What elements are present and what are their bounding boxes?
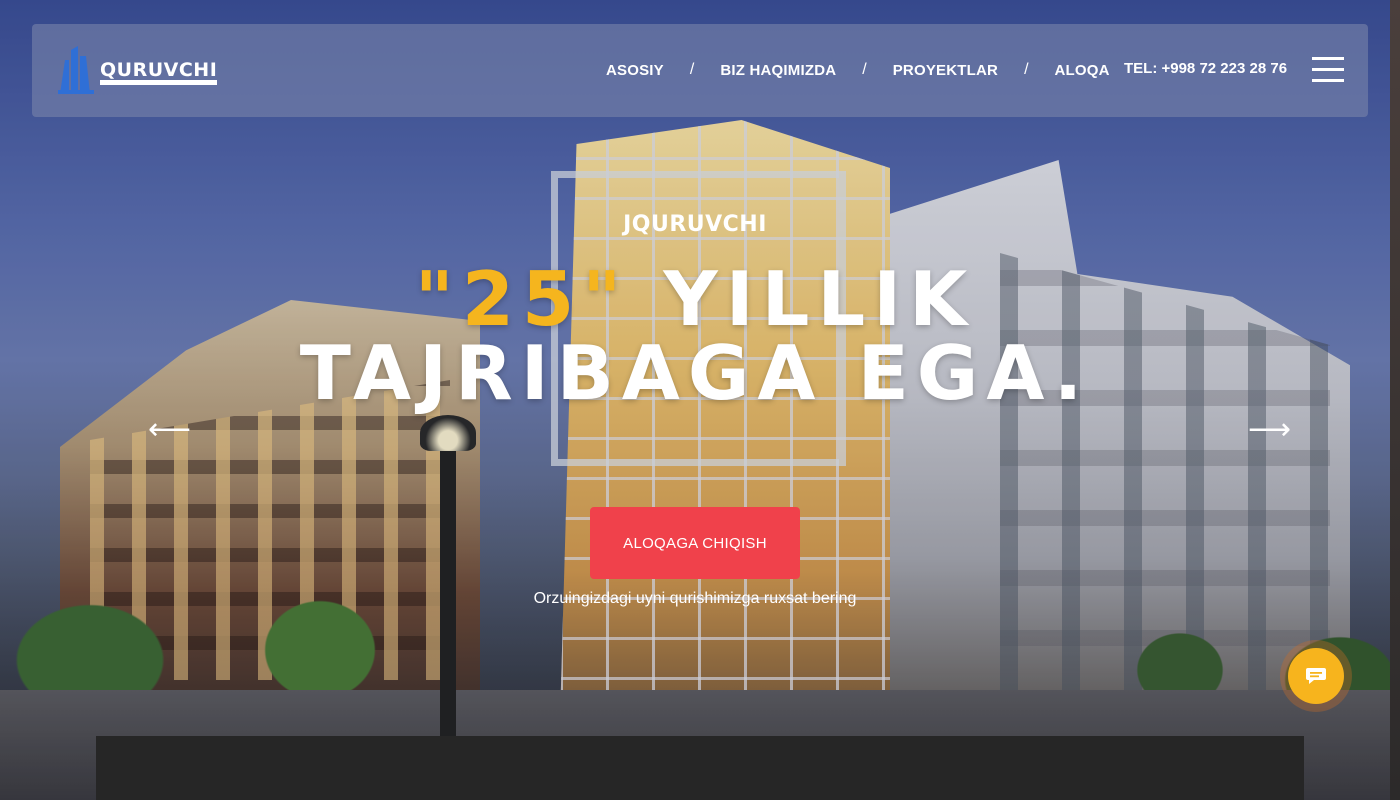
prev-slide-arrow-icon[interactable]: ⟵ xyxy=(148,415,191,445)
nav-item-biz-haqimizda[interactable]: BIZ HAQIMIZDA xyxy=(720,62,836,79)
hamburger-menu-icon[interactable] xyxy=(1312,57,1344,83)
phone-link[interactable]: TEL: +998 72 223 28 76 xyxy=(1124,60,1287,77)
building-logo-icon xyxy=(58,46,94,94)
chat-button[interactable] xyxy=(1288,648,1344,704)
nav-separator: / xyxy=(862,61,867,78)
bottom-panel xyxy=(96,736,1304,800)
nav-separator: / xyxy=(1024,61,1029,78)
nav-item-asosiy[interactable]: ASOSIY xyxy=(606,62,664,79)
hero-headline: "25" YILLIK TAJRIBAGA EGA. xyxy=(0,262,1390,411)
chat-icon xyxy=(1306,668,1326,684)
main-nav: ASOSIY / BIZ HAQIMIZDA / PROYEKTLAR / AL… xyxy=(606,60,1110,80)
nav-item-proyektlar[interactable]: PROYEKTLAR xyxy=(893,62,998,79)
page-edge xyxy=(1390,0,1400,800)
next-slide-arrow-icon[interactable]: ⟶ xyxy=(1248,415,1291,445)
hero-subtitle: Orzuingizdagi uyni qurishimizga ruxsat b… xyxy=(533,590,857,607)
headline-line2: TAJRIBAGA EGA. xyxy=(299,329,1091,417)
logo-text: QURUVCHI xyxy=(100,60,218,85)
contact-cta-button[interactable]: ALOQAGA CHIQISH xyxy=(590,507,800,579)
nav-separator: / xyxy=(689,61,695,78)
hero-kicker: JQURUVCHI xyxy=(623,212,767,237)
nav-item-aloqa[interactable]: ALOQA xyxy=(1055,62,1110,79)
site-header: QURUVCHI ASOSIY / BIZ HAQIMIZDA / PROYEK… xyxy=(32,24,1368,117)
logo-link[interactable]: QURUVCHI xyxy=(56,46,218,94)
